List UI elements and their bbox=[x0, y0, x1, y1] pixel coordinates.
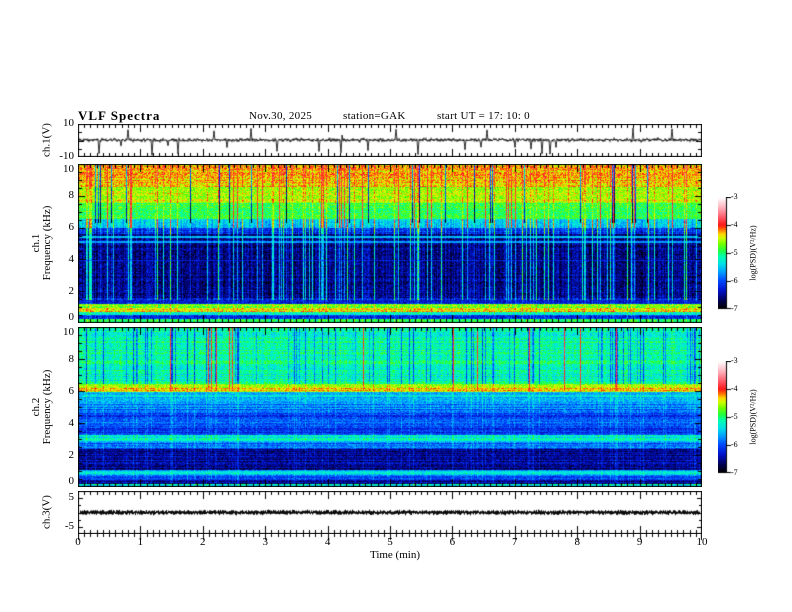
ch1-wave-ymin: -10 bbox=[59, 150, 74, 162]
colorbar1-tick: -7 bbox=[731, 304, 738, 313]
ch1-spec-ytick: 0 bbox=[68, 311, 75, 323]
colorbar-ch2 bbox=[718, 361, 732, 474]
ch2-spec-ytick: 0 bbox=[68, 475, 75, 487]
ch1-wave-ymax: 10 bbox=[63, 117, 74, 129]
time-axis-title: Time (min) bbox=[369, 549, 420, 561]
ch1-spec-axis-label: ch.1 Frequency (kHz) bbox=[30, 205, 53, 281]
colorbar1-unit-label: log(PSD)(V²/Hz) bbox=[748, 225, 758, 281]
x-tick-label: 9 bbox=[636, 536, 643, 548]
ch3-wave-ymin: -5 bbox=[64, 520, 74, 532]
colorbar2-tick: -5 bbox=[731, 412, 738, 421]
ch2-spec-axis-label: ch.2 Frequency (kHz) bbox=[30, 369, 53, 445]
ch3-wave-ymax: 5 bbox=[68, 491, 75, 503]
ch1-spec-ytick: 8 bbox=[68, 189, 75, 202]
x-tick-label: 2 bbox=[200, 536, 206, 548]
ch2-spec-ytick: 2 bbox=[68, 448, 75, 461]
x-tick-label: 7 bbox=[512, 536, 518, 548]
ch1-spec-ytick: 6 bbox=[68, 221, 75, 234]
x-tick-label: 4 bbox=[324, 536, 331, 548]
x-tick-label: 5 bbox=[387, 536, 393, 548]
colorbar1-tick: -5 bbox=[731, 248, 738, 257]
ch2-spectrogram-plot bbox=[78, 327, 702, 487]
x-tick-label: 3 bbox=[262, 536, 268, 548]
x-tick-label: 8 bbox=[574, 536, 580, 548]
colorbar-ch1 bbox=[718, 197, 732, 310]
ch2-spec-ytick: 4 bbox=[68, 416, 75, 429]
ch2-spec-ytick: 6 bbox=[68, 384, 75, 397]
vlf-spectra-page: VLF Spectra Nov.30, 2025 station=GAK sta… bbox=[0, 0, 792, 612]
colorbar1-tick: -3 bbox=[731, 192, 738, 201]
ch1-spectrogram-plot bbox=[78, 164, 702, 323]
colorbar1-tick: -4 bbox=[731, 220, 738, 229]
ch3-waveform-plot bbox=[78, 491, 702, 534]
ch2-spec-ytick: 10 bbox=[63, 326, 74, 338]
ch2-spec-axis-line2: Frequency (kHz) bbox=[41, 369, 53, 445]
x-tick-label: 1 bbox=[137, 536, 144, 548]
ch1-spec-ytick: 2 bbox=[68, 284, 75, 297]
start-ut-label: start UT = 17: 10: 0 bbox=[437, 110, 530, 122]
ch1-spec-axis-line2: Frequency (kHz) bbox=[41, 205, 53, 281]
ch1-waveform-plot bbox=[78, 124, 702, 157]
colorbar2-tick: -4 bbox=[731, 384, 738, 393]
station-label: station=GAK bbox=[343, 110, 406, 122]
date-label: Nov.30, 2025 bbox=[249, 110, 313, 122]
colorbar2-tick: -7 bbox=[731, 468, 738, 477]
ch1-spec-ytick: 10 bbox=[63, 163, 74, 175]
ch2-spec-ytick: 8 bbox=[68, 352, 75, 365]
colorbar1-tick: -6 bbox=[731, 276, 738, 285]
x-tick-label: 10 bbox=[696, 536, 708, 548]
colorbar2-unit-label: log(PSD)(V²/Hz) bbox=[748, 389, 758, 445]
colorbar2-tick: -3 bbox=[731, 356, 738, 365]
colorbar2-tick: -6 bbox=[731, 440, 738, 449]
ch1-spec-ytick: 4 bbox=[68, 252, 75, 265]
x-tick-label: 0 bbox=[75, 536, 81, 548]
page-title: VLF Spectra bbox=[78, 108, 161, 123]
x-tick-label: 6 bbox=[449, 536, 456, 548]
